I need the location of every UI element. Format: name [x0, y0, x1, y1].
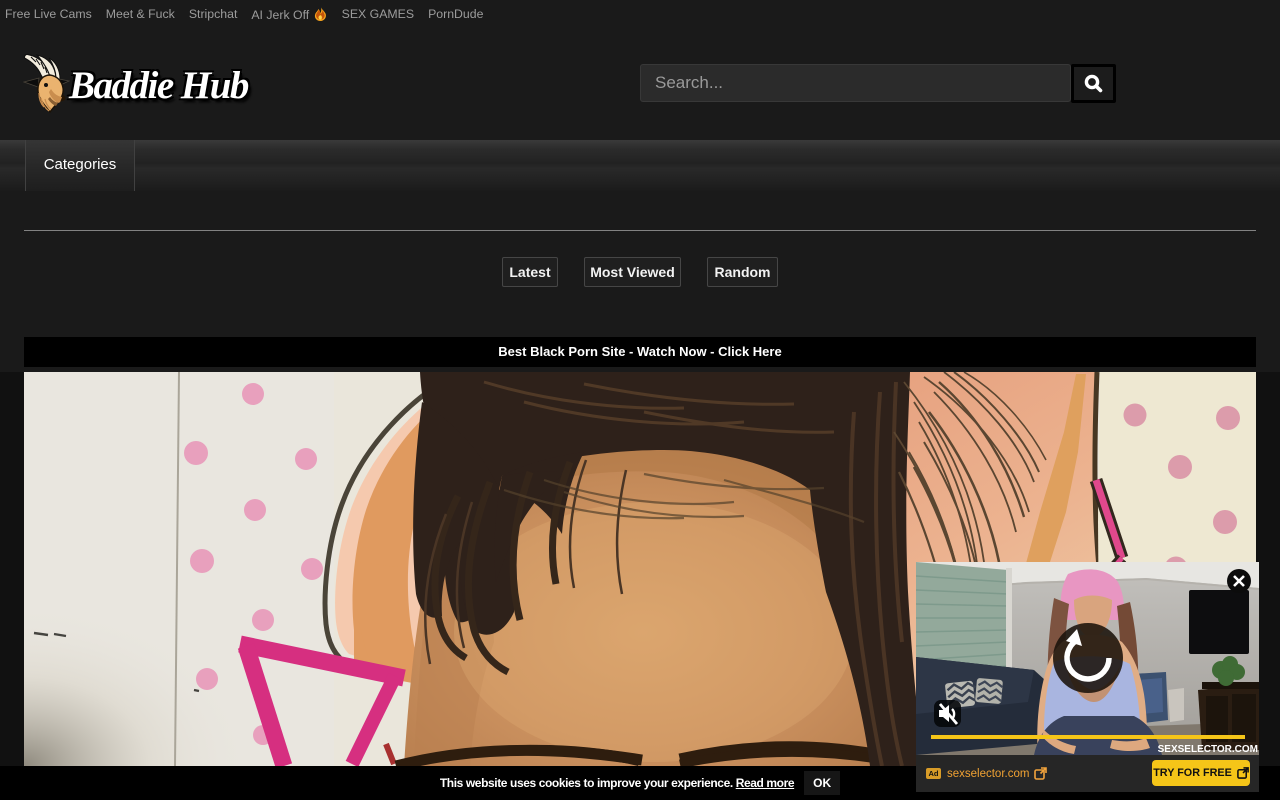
svg-text:SEXSELECTOR.COM: SEXSELECTOR.COM [1158, 744, 1258, 755]
